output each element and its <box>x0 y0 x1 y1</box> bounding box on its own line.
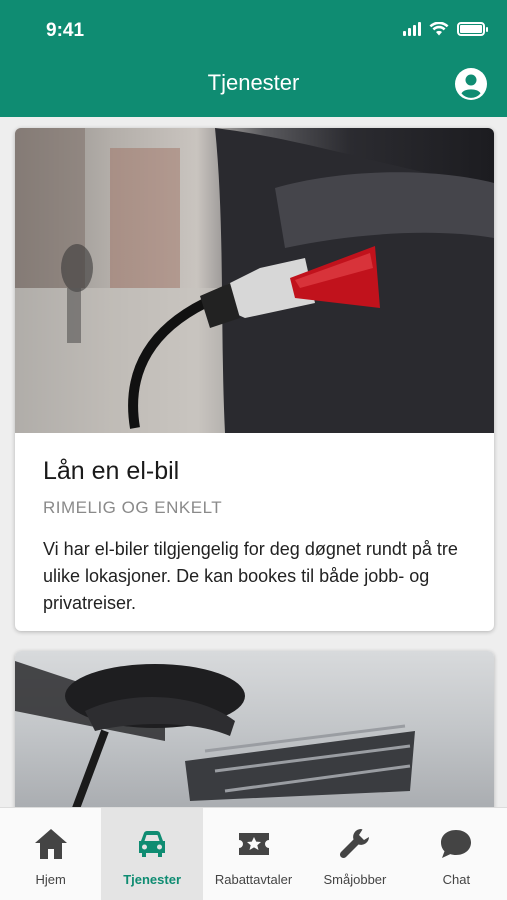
wrench-icon <box>339 829 369 859</box>
bottom-tab-bar: Hjem Tjenester Rabattavtaler Småjobber C… <box>0 807 507 900</box>
services-list[interactable]: Lån en el-bil RIMELIG OG ENKELT Vi har e… <box>0 117 507 807</box>
chat-icon <box>441 830 472 858</box>
tab-label: Chat <box>442 872 471 887</box>
service-card-bike[interactable] <box>15 651 494 807</box>
status-icons <box>403 22 488 36</box>
service-card-ev[interactable]: Lån en el-bil RIMELIG OG ENKELT Vi har e… <box>15 128 494 631</box>
tab-smajobber[interactable]: Småjobber <box>304 808 405 900</box>
tab-label: Rabattavtaler <box>214 872 293 887</box>
bike-photo <box>15 651 494 807</box>
car-icon <box>139 831 166 857</box>
tab-tjenester[interactable]: Tjenester <box>101 808 203 900</box>
tab-label: Tjenester <box>123 872 182 887</box>
ticket-icon <box>238 833 269 855</box>
card-title: Lån en el-bil <box>43 457 180 485</box>
cellular-signal-icon <box>403 22 421 36</box>
ev-charging-photo <box>15 128 494 433</box>
battery-icon <box>457 22 488 36</box>
card-subtitle: RIMELIG OG ENKELT <box>43 498 223 517</box>
wifi-icon <box>429 22 449 36</box>
tab-label: Småjobber <box>323 872 387 887</box>
tab-label: Hjem <box>35 872 66 887</box>
account-icon[interactable] <box>455 68 487 100</box>
card-description: Vi har el-biler tilgjengelig for deg døg… <box>43 539 458 613</box>
app-header: 9:41 Tjenester <box>0 0 507 117</box>
tab-rabattavtaler[interactable]: Rabattavtaler <box>203 808 304 900</box>
page-title: Tjenester <box>207 70 300 95</box>
status-time: 9:41 <box>46 20 85 41</box>
tab-hjem[interactable]: Hjem <box>0 808 101 900</box>
tab-chat[interactable]: Chat <box>406 808 507 900</box>
home-icon <box>34 829 67 859</box>
